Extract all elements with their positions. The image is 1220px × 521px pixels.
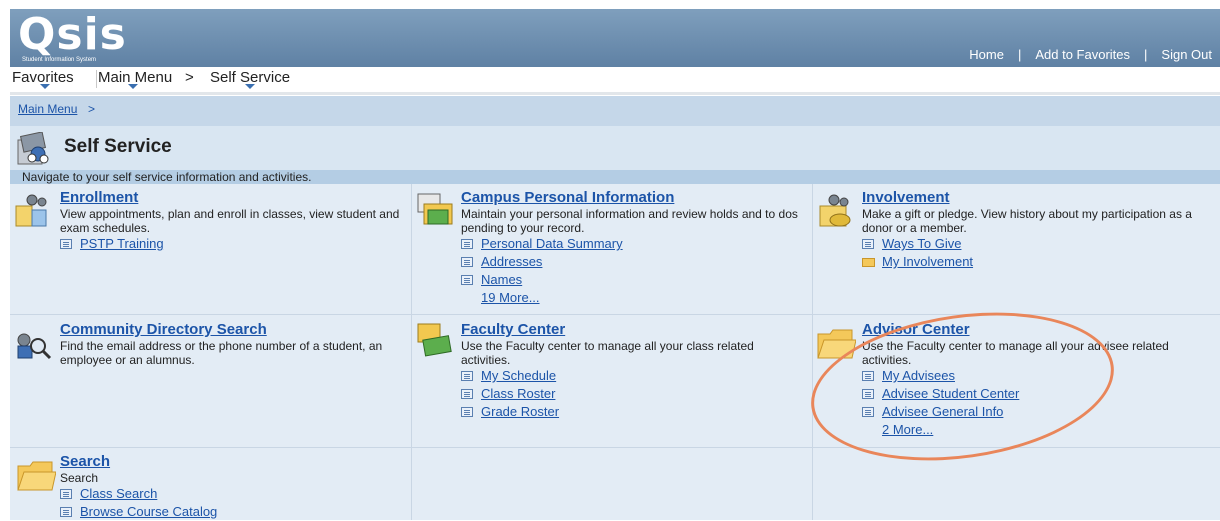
sign-out-link[interactable]: Sign Out xyxy=(1161,47,1212,62)
page-icon xyxy=(60,507,72,517)
pstp-training-link[interactable]: PSTP Training xyxy=(60,235,400,253)
browse-course-catalog-label: Browse Course Catalog xyxy=(80,504,218,519)
directory-search-icon xyxy=(17,333,52,360)
campus-personal-info-cell: Campus Personal Information Maintain you… xyxy=(461,189,801,307)
self-service-caret-icon xyxy=(245,84,255,89)
page-icon xyxy=(60,239,72,249)
personal-data-summary-label: Personal Data Summary xyxy=(481,236,623,251)
directory-search-description: Find the email address or the phone numb… xyxy=(60,339,383,367)
qsis-logo: Qsis xyxy=(18,9,127,60)
involvement-description: Make a gift or pledge. View history abou… xyxy=(862,207,1192,235)
page-icon xyxy=(461,257,473,267)
personal-data-summary-link[interactable]: Personal Data Summary xyxy=(461,235,801,253)
nav-divider xyxy=(96,70,97,88)
directory-search-link[interactable]: Community Directory Search xyxy=(60,321,400,338)
involvement-cell: Involvement Make a gift or pledge. View … xyxy=(862,189,1202,271)
class-search-link[interactable]: Class Search xyxy=(60,485,400,503)
directory-search-cell: Community Directory Search Find the emai… xyxy=(60,321,400,367)
main-menu-caret-icon xyxy=(128,84,138,89)
add-to-favorites-link[interactable]: Add to Favorites xyxy=(1035,47,1130,62)
campus-personal-info-icon xyxy=(417,193,453,225)
page-icon xyxy=(461,389,473,399)
names-link[interactable]: Names xyxy=(461,271,801,289)
class-roster-link[interactable]: Class Roster xyxy=(461,385,806,403)
page-description: Navigate to your self service informatio… xyxy=(22,170,312,184)
breadcrumb-main-menu[interactable]: Main Menu xyxy=(18,102,77,116)
ways-to-give-label: Ways To Give xyxy=(882,236,962,251)
page-icon xyxy=(461,407,473,417)
grid-divider xyxy=(812,184,813,520)
link-separator: | xyxy=(1144,47,1148,62)
faculty-center-link[interactable]: Faculty Center xyxy=(461,321,806,338)
class-roster-label: Class Roster xyxy=(481,386,556,401)
page-icon xyxy=(461,275,473,285)
grid-divider xyxy=(10,447,1220,448)
favorites-caret-icon xyxy=(40,84,50,89)
page-icon xyxy=(60,489,72,499)
browse-course-catalog-link[interactable]: Browse Course Catalog xyxy=(60,503,400,521)
breadcrumb-separator: > xyxy=(88,102,96,116)
enrollment-link[interactable]: Enrollment xyxy=(60,189,400,206)
pstp-training-label: PSTP Training xyxy=(80,236,164,251)
ways-to-give-link[interactable]: Ways To Give xyxy=(862,235,1202,253)
my-involvement-link[interactable]: My Involvement xyxy=(862,253,1202,271)
names-label: Names xyxy=(481,272,523,287)
search-description: Search xyxy=(60,471,99,485)
logo-subtext: Student Information System xyxy=(22,57,97,63)
faculty-center-icon xyxy=(417,323,452,357)
involvement-link[interactable]: Involvement xyxy=(862,189,1202,206)
faculty-center-description: Use the Faculty center to manage all you… xyxy=(461,339,754,367)
involvement-icon xyxy=(819,194,851,227)
page-title: Self Service xyxy=(64,136,172,157)
page-description-bar: Navigate to your self service informatio… xyxy=(10,170,1220,184)
search-cell: Search Search Class Search Browse Course… xyxy=(60,453,400,521)
home-link[interactable]: Home xyxy=(969,47,1004,62)
search-folder-icon xyxy=(17,461,56,491)
page-icon xyxy=(862,239,874,249)
addresses-label: Addresses xyxy=(481,254,543,269)
main-nav: Favorites Main Menu > Self Service xyxy=(10,67,1220,95)
class-search-label: Class Search xyxy=(80,486,158,501)
enrollment-cell: Enrollment View appointments, plan and e… xyxy=(60,189,400,253)
grid-divider xyxy=(411,184,412,520)
header-links: Home | Add to Favorites | Sign Out xyxy=(969,47,1212,62)
my-schedule-label: My Schedule xyxy=(481,368,557,383)
campus-personal-info-description: Maintain your personal information and r… xyxy=(461,207,798,235)
campus-personal-info-link[interactable]: Campus Personal Information xyxy=(461,189,801,206)
page-title-bar: Self Service xyxy=(10,126,1220,170)
self-service-icon xyxy=(17,132,49,165)
page-icon xyxy=(461,239,473,249)
faculty-center-cell: Faculty Center Use the Faculty center to… xyxy=(461,321,806,421)
campus-more-link[interactable]: 19 More... xyxy=(461,289,801,307)
enrollment-icon xyxy=(15,194,47,227)
my-involvement-label: My Involvement xyxy=(882,254,974,269)
link-separator: | xyxy=(1017,47,1022,62)
grade-roster-label: Grade Roster xyxy=(481,404,560,419)
enrollment-description: View appointments, plan and enroll in cl… xyxy=(60,207,400,235)
folder-icon xyxy=(862,258,875,267)
breadcrumb: Main Menu > xyxy=(10,96,1220,126)
grade-roster-link[interactable]: Grade Roster xyxy=(461,403,806,421)
nav-separator: > xyxy=(185,69,194,86)
addresses-link[interactable]: Addresses xyxy=(461,253,801,271)
my-schedule-link[interactable]: My Schedule xyxy=(461,367,806,385)
top-header: Qsis Student Information System Home | Add… xyxy=(10,9,1220,67)
page-icon xyxy=(461,371,473,381)
search-link[interactable]: Search xyxy=(60,453,400,470)
